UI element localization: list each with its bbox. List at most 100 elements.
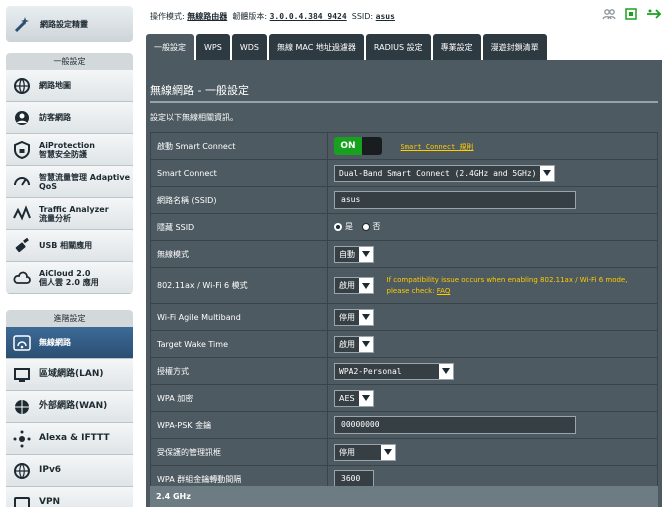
sidebar-item-aiprotection[interactable]: AiProtection 智慧安全防護 <box>6 134 133 166</box>
tab-general[interactable]: 一般設定 <box>146 34 194 60</box>
operation-mode-link[interactable]: 無線路由器 <box>187 12 227 21</box>
tab-wds[interactable]: WDS <box>231 34 267 60</box>
ax-mode-select[interactable]: 啟用 <box>334 277 374 294</box>
chevron-down-icon <box>540 165 555 181</box>
sidebar-item-label: 網路地圖 <box>39 81 71 90</box>
sidebar-item-aicloud[interactable]: AiCloud 2.0 個人雲 2.0 應用 <box>6 262 133 294</box>
smart-connect-toggle[interactable]: ON <box>334 137 382 155</box>
row-value: ON Smart Connect 規則 <box>327 132 658 160</box>
sidebar-item-lan[interactable]: 區域網路(LAN) <box>6 359 133 391</box>
wireless-mode-select[interactable]: 自動 <box>334 245 374 263</box>
traffic-analyzer-icon <box>9 201 35 227</box>
wpa-encryption-select[interactable]: AES <box>334 389 374 407</box>
sidebar-item-vpn[interactable]: VPN <box>6 487 133 507</box>
top-bar: 操作模式: 無線路由器 韌體版本: 3.0.0.4.384_9424 SSID:… <box>136 0 670 32</box>
settings-table: 啟動 Smart Connect ON Smart Connect 規則 Sma… <box>150 132 658 493</box>
sidebar-item-traffic-analyzer[interactable]: Traffic Analyzer 流量分析 <box>6 198 133 230</box>
tab-roaming-block-list[interactable]: 漫遊封鎖清單 <box>482 34 547 60</box>
row-value: Dual-Band Smart Connect (2.4GHz and 5GHz… <box>327 159 658 187</box>
sidebar-item-ipv6[interactable]: IPv6 <box>6 455 133 487</box>
main-panel: 無線網路 - 一般設定 設定以下無線相關資訊。 啟動 Smart Connect… <box>146 60 662 507</box>
internet-status-icon[interactable] <box>624 7 638 23</box>
ssid-input[interactable]: asus <box>334 191 576 209</box>
row-label: Target Wake Time <box>150 330 328 358</box>
chevron-down-icon <box>381 444 395 460</box>
chevron-down-icon <box>359 278 373 293</box>
sidebar-item-label: USB 相關應用 <box>39 241 93 250</box>
select-value: 啟用 <box>339 339 355 349</box>
row-label: 網路名稱 (SSID) <box>150 186 328 214</box>
row-wpa-psk: WPA-PSK 金鑰 00000000 <box>150 411 658 439</box>
status-icons <box>602 7 662 23</box>
auth-method-select[interactable]: WPA2-Personal <box>334 362 454 380</box>
general-section-header: 一般設定 <box>6 53 133 70</box>
tab-professional[interactable]: 專業設定 <box>432 34 481 60</box>
sidebar-item-guest-network[interactable]: 訪客網路 <box>6 102 133 134</box>
row-label: 802.11ax / Wi-Fi 6 模式 <box>150 267 328 304</box>
faq-link[interactable]: FAQ <box>437 287 451 295</box>
shield-lock-icon <box>9 137 35 163</box>
hide-ssid-yes-radio[interactable]: 是 <box>334 221 353 232</box>
toggle-knob <box>362 137 382 155</box>
chevron-down-icon <box>359 309 373 325</box>
row-label: Smart Connect <box>150 159 328 187</box>
row-target-wake-time: Target Wake Time 啟用 <box>150 330 658 358</box>
vpn-icon <box>9 490 35 507</box>
smart-connect-rule-link[interactable]: Smart Connect 規則 <box>401 143 474 151</box>
chevron-down-icon <box>359 246 373 262</box>
row-value: WPA2-Personal <box>327 357 658 385</box>
sidebar-item-adaptive-qos[interactable]: 智慧流量管理 Adaptive QoS <box>6 166 133 198</box>
pmf-select[interactable]: 停用 <box>334 443 396 461</box>
select-value: 停用 <box>339 312 355 322</box>
row-pmf: 受保護的管理訊框 停用 <box>150 438 658 466</box>
row-value: 啟用 <box>327 330 658 358</box>
title-divider <box>150 101 658 103</box>
agile-multiband-select[interactable]: 停用 <box>334 308 374 326</box>
quick-setup-label: 網路設定精靈 <box>40 19 88 29</box>
sidebar-item-label: IPv6 <box>39 465 62 475</box>
sidebar-item-label: AiCloud 2.0 個人雲 2.0 應用 <box>39 268 99 287</box>
page-description: 設定以下無線相關資訊。 <box>150 113 238 122</box>
magic-wand-icon <box>12 13 34 35</box>
row-hide-ssid: 隱藏 SSID 是 否 <box>150 213 658 241</box>
row-auth-method: 授權方式 WPA2-Personal <box>150 357 658 385</box>
select-value: 自動 <box>339 249 355 259</box>
select-value: 啟用 <box>339 281 355 290</box>
band-header-2-4ghz: 2.4 GHz <box>150 486 658 507</box>
row-label: 受保護的管理訊框 <box>150 438 328 466</box>
chevron-down-icon <box>359 336 373 352</box>
sidebar-item-label: 區域網路(LAN) <box>39 369 104 379</box>
row-label: 隱藏 SSID <box>150 213 328 241</box>
radio-label: 否 <box>372 222 381 232</box>
row-smart-connect: Smart Connect Dual-Band Smart Connect (2… <box>150 159 658 187</box>
row-agile-multiband: Wi-Fi Agile Multiband 停用 <box>150 303 658 331</box>
firmware-version-link[interactable]: 3.0.0.4.384_9424 <box>270 12 347 21</box>
sidebar-item-alexa-ifttt[interactable]: Alexa & IFTTT <box>6 423 133 455</box>
row-value: 停用 <box>327 438 658 466</box>
select-value: AES <box>339 393 355 403</box>
sidebar-item-wan[interactable]: 外部網路(WAN) <box>6 391 133 423</box>
wpa-psk-input[interactable]: 00000000 <box>334 416 576 434</box>
sidebar-item-usb[interactable]: USB 相關應用 <box>6 230 133 262</box>
usb-status-icon[interactable] <box>646 7 662 23</box>
chevron-down-icon <box>358 390 373 406</box>
radio-dot <box>334 222 342 231</box>
tab-wps[interactable]: WPS <box>196 34 230 60</box>
row-value: 停用 <box>327 303 658 331</box>
sidebar-item-label: VPN <box>39 497 61 507</box>
tab-radius[interactable]: RADIUS 設定 <box>365 34 431 60</box>
sidebar-item-wireless[interactable]: 無線網路 <box>6 327 133 359</box>
target-wake-time-select[interactable]: 啟用 <box>334 335 374 353</box>
smart-connect-select[interactable]: Dual-Band Smart Connect (2.4GHz and 5GHz… <box>334 164 556 182</box>
tab-mac-filter[interactable]: 無線 MAC 地址過濾器 <box>268 34 364 60</box>
clients-icon[interactable] <box>602 7 616 23</box>
general-nav: 網路地圖 訪客網路 AiProtection 智慧安全防護 智慧流量管理 Ada… <box>6 70 133 294</box>
ssid-link[interactable]: asus <box>376 12 395 21</box>
row-wireless-mode: 無線模式 自動 <box>150 240 658 268</box>
sidebar-item-network-map[interactable]: 網路地圖 <box>6 70 133 102</box>
row-value: AES <box>327 384 658 412</box>
row-ssid: 網路名稱 (SSID) asus <box>150 186 658 214</box>
row-label: WPA-PSK 金鑰 <box>150 411 328 439</box>
quick-setup-button[interactable]: 網路設定精靈 <box>6 6 133 42</box>
hide-ssid-no-radio[interactable]: 否 <box>361 221 381 232</box>
